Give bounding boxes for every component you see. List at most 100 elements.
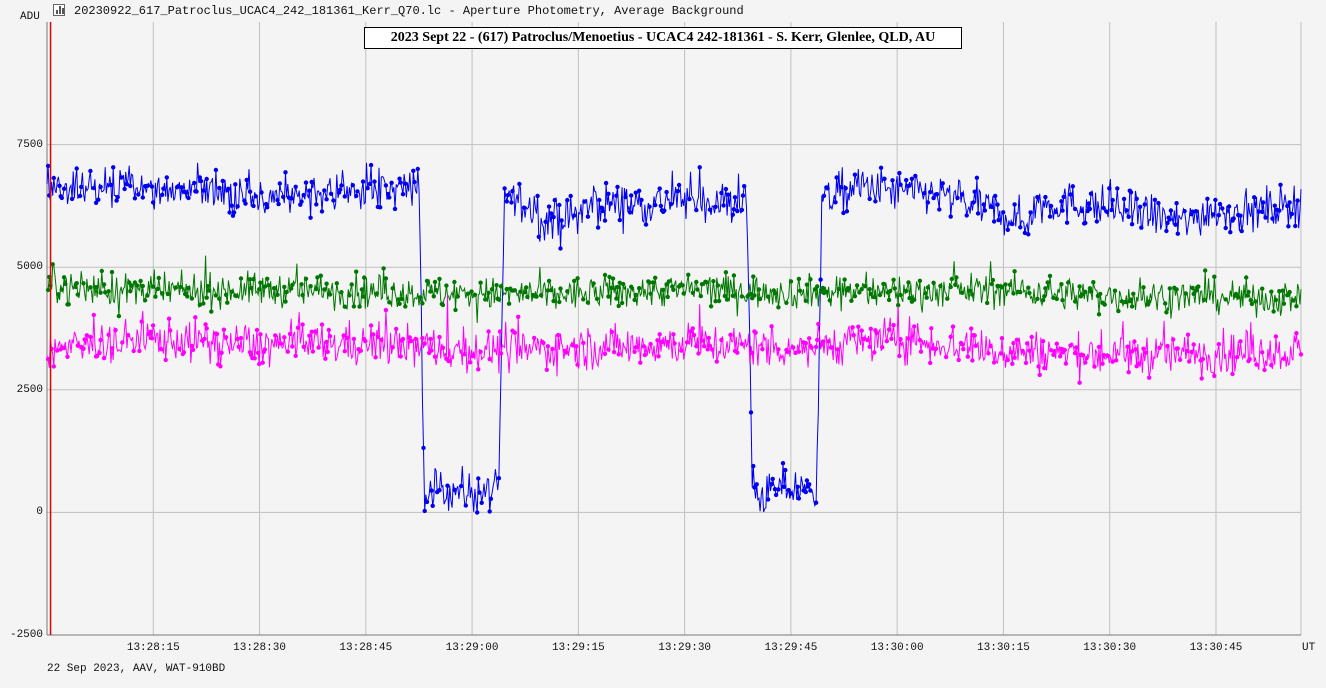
data-point — [723, 270, 729, 275]
data-point — [258, 280, 263, 285]
data-point — [51, 364, 56, 369]
data-point — [181, 350, 187, 355]
data-point — [194, 189, 199, 194]
data-point — [854, 283, 860, 288]
data-point — [695, 287, 700, 292]
data-point — [623, 194, 628, 200]
data-point — [362, 275, 367, 280]
data-point — [1084, 356, 1089, 361]
data-point — [641, 344, 646, 349]
data-point — [886, 327, 892, 332]
data-point — [621, 281, 626, 287]
data-point — [238, 276, 244, 281]
data-point — [1200, 356, 1206, 362]
data-point — [1261, 200, 1266, 205]
data-point — [629, 284, 634, 289]
data-point — [615, 284, 620, 290]
data-point — [541, 340, 546, 346]
data-point — [867, 196, 872, 202]
data-point — [1236, 295, 1241, 300]
data-point — [1260, 286, 1265, 291]
data-point — [856, 324, 861, 329]
data-point — [278, 341, 284, 346]
data-point — [1101, 205, 1106, 211]
data-point — [1110, 197, 1115, 203]
data-point — [1048, 203, 1054, 209]
data-point — [627, 210, 633, 215]
data-point — [889, 336, 894, 341]
data-point — [1260, 350, 1265, 355]
data-point — [1189, 349, 1194, 355]
data-point — [69, 196, 75, 202]
data-point — [496, 476, 502, 481]
data-point — [972, 333, 977, 338]
data-point — [367, 181, 373, 187]
data-point — [925, 285, 931, 290]
data-point — [565, 289, 570, 294]
data-point — [283, 170, 288, 175]
data-point — [109, 346, 115, 351]
data-point — [606, 294, 611, 299]
data-point — [412, 179, 417, 185]
data-point — [149, 184, 155, 189]
data-point — [179, 185, 184, 190]
data-point — [275, 197, 280, 203]
data-point — [643, 222, 649, 227]
data-point — [1064, 220, 1070, 225]
data-point — [350, 183, 355, 188]
data-point — [254, 327, 260, 333]
data-point — [739, 207, 745, 213]
data-point — [609, 329, 614, 335]
data-point — [724, 297, 730, 302]
data-point — [1174, 201, 1179, 206]
data-point — [637, 188, 642, 193]
data-point — [948, 334, 953, 339]
data-point — [300, 322, 305, 327]
data-point — [1147, 299, 1152, 304]
data-point — [666, 279, 672, 284]
data-point — [948, 214, 953, 219]
data-point — [368, 323, 374, 328]
data-point — [98, 184, 103, 190]
data-point — [642, 352, 648, 358]
data-point — [1087, 206, 1093, 212]
data-point — [525, 294, 530, 300]
data-point — [532, 335, 537, 341]
data-point — [359, 287, 365, 292]
data-point — [785, 349, 790, 355]
data-point — [1023, 360, 1029, 366]
data-point — [324, 339, 329, 345]
data-point — [922, 191, 927, 196]
data-point — [657, 186, 662, 191]
data-point — [859, 328, 864, 333]
data-point — [446, 358, 451, 364]
data-point — [1133, 347, 1138, 352]
data-point — [1152, 197, 1158, 202]
data-point — [655, 338, 660, 343]
data-point — [325, 349, 330, 355]
light-curve-plot[interactable] — [0, 0, 1326, 688]
data-point — [203, 322, 208, 327]
data-point — [676, 182, 682, 188]
data-point — [934, 192, 940, 197]
data-point — [509, 200, 514, 205]
data-point — [776, 487, 781, 492]
series-3 — [45, 295, 1304, 385]
data-point — [189, 343, 195, 349]
data-point — [973, 343, 978, 348]
data-point — [991, 219, 997, 224]
data-point — [906, 183, 911, 189]
data-point — [108, 182, 114, 188]
data-point — [765, 497, 771, 502]
data-point — [877, 292, 883, 298]
data-point — [253, 194, 258, 199]
data-point — [1269, 289, 1274, 294]
data-point — [1205, 196, 1210, 201]
data-point — [675, 188, 681, 194]
data-point — [478, 349, 483, 354]
data-point — [81, 346, 86, 351]
data-point — [517, 181, 522, 187]
data-point — [284, 289, 289, 295]
data-point — [479, 500, 484, 505]
data-point — [1102, 302, 1107, 307]
